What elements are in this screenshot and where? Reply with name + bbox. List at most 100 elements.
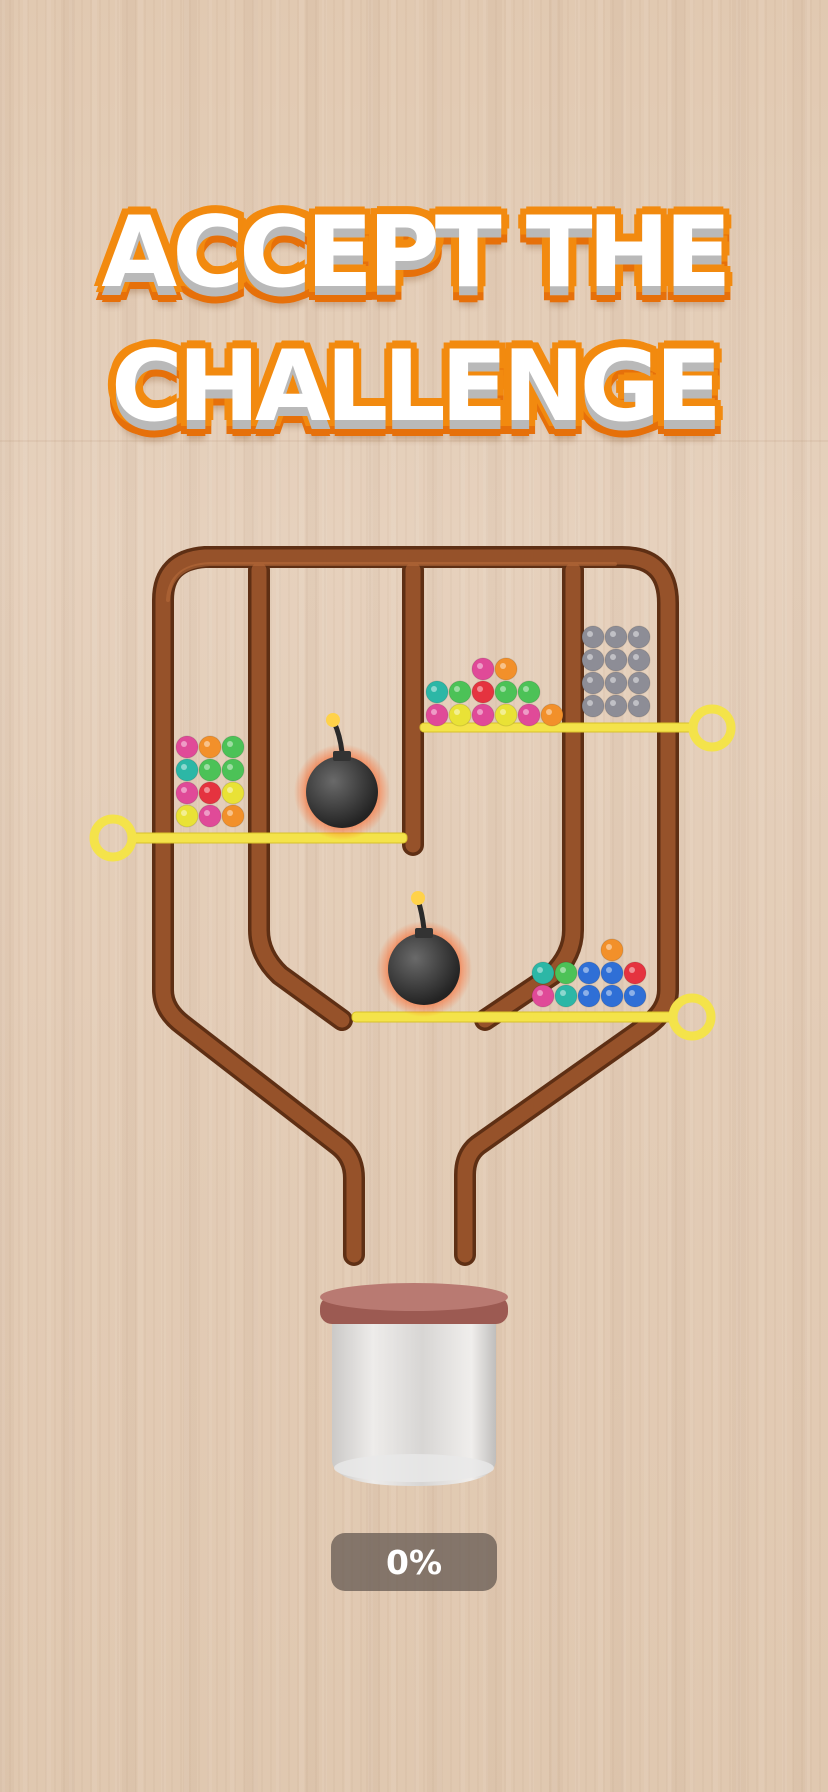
ball-highlight bbox=[227, 787, 233, 793]
ball-highlight bbox=[500, 686, 506, 692]
ball bbox=[623, 961, 647, 985]
ball-highlight bbox=[181, 787, 187, 793]
ball-highlight bbox=[204, 787, 210, 793]
ball-highlight bbox=[181, 764, 187, 770]
ball bbox=[221, 804, 245, 828]
ball-highlight bbox=[629, 967, 635, 973]
ball bbox=[581, 671, 605, 695]
ball-highlight bbox=[227, 764, 233, 770]
ball bbox=[221, 758, 245, 782]
ball bbox=[623, 984, 647, 1008]
ball bbox=[627, 694, 651, 718]
ball bbox=[627, 671, 651, 695]
pull-ring-icon[interactable] bbox=[688, 704, 736, 752]
ball bbox=[448, 680, 472, 704]
ball-cluster-middle bbox=[425, 657, 564, 727]
ball-highlight bbox=[431, 709, 437, 715]
ball-highlight bbox=[633, 654, 639, 660]
ball bbox=[448, 703, 472, 727]
progress-badge: 0% bbox=[331, 1533, 497, 1591]
ball bbox=[175, 758, 199, 782]
ball bbox=[425, 703, 449, 727]
ball bbox=[198, 758, 222, 782]
ball-highlight bbox=[181, 810, 187, 816]
ball bbox=[471, 657, 495, 681]
ball bbox=[175, 735, 199, 759]
ball-highlight bbox=[204, 810, 210, 816]
ball-highlight bbox=[523, 709, 529, 715]
ball-highlight bbox=[454, 709, 460, 715]
ball bbox=[600, 961, 624, 985]
ball-highlight bbox=[454, 686, 460, 692]
ball-highlight bbox=[583, 967, 589, 973]
ball bbox=[425, 680, 449, 704]
ball-highlight bbox=[587, 677, 593, 683]
ball-highlight bbox=[537, 967, 543, 973]
ball bbox=[540, 703, 564, 727]
ball bbox=[494, 657, 518, 681]
ball-highlight bbox=[227, 810, 233, 816]
ball-highlight bbox=[500, 709, 506, 715]
ball-highlight bbox=[633, 700, 639, 706]
ball-highlight bbox=[610, 700, 616, 706]
ball bbox=[198, 735, 222, 759]
ball-highlight bbox=[610, 654, 616, 660]
ball bbox=[581, 625, 605, 649]
ball bbox=[198, 804, 222, 828]
ball bbox=[471, 680, 495, 704]
ball-highlight bbox=[431, 686, 437, 692]
ball-highlight bbox=[181, 741, 187, 747]
ball bbox=[577, 984, 601, 1008]
ball bbox=[554, 961, 578, 985]
ball-highlight bbox=[546, 709, 552, 715]
ball-highlight bbox=[587, 654, 593, 660]
ball bbox=[517, 703, 541, 727]
ball bbox=[175, 804, 199, 828]
ball-highlight bbox=[560, 990, 566, 996]
pull-ring-icon[interactable] bbox=[668, 993, 716, 1041]
ball-highlight bbox=[523, 686, 529, 692]
ball bbox=[627, 625, 651, 649]
ball-highlight bbox=[633, 677, 639, 683]
ball-highlight bbox=[477, 663, 483, 669]
ball bbox=[494, 703, 518, 727]
ball bbox=[600, 938, 624, 962]
ball bbox=[494, 680, 518, 704]
ball bbox=[531, 961, 555, 985]
ball-highlight bbox=[227, 741, 233, 747]
ball bbox=[581, 694, 605, 718]
ball-highlight bbox=[560, 967, 566, 973]
bomb-icon bbox=[376, 891, 472, 1017]
ball-highlight bbox=[477, 686, 483, 692]
ball-highlight bbox=[587, 700, 593, 706]
ball-cluster-gray bbox=[581, 625, 651, 718]
puzzle-board bbox=[89, 546, 736, 1486]
ball-cluster-bottom bbox=[531, 938, 647, 1008]
ball bbox=[471, 703, 495, 727]
ball-highlight bbox=[583, 990, 589, 996]
ball bbox=[627, 648, 651, 672]
ball-cluster-left bbox=[175, 735, 245, 828]
ball-highlight bbox=[204, 741, 210, 747]
ball-highlight bbox=[610, 631, 616, 637]
ball-highlight bbox=[587, 631, 593, 637]
ball bbox=[554, 984, 578, 1008]
ball-highlight bbox=[204, 764, 210, 770]
pull-ring-icon[interactable] bbox=[89, 814, 137, 862]
ball-highlight bbox=[537, 990, 543, 996]
ball-highlight bbox=[610, 677, 616, 683]
ball-highlight bbox=[606, 967, 612, 973]
ball bbox=[221, 735, 245, 759]
ball-highlight bbox=[606, 990, 612, 996]
ball bbox=[517, 680, 541, 704]
ball bbox=[175, 781, 199, 805]
ball bbox=[198, 781, 222, 805]
ball-highlight bbox=[606, 944, 612, 950]
ball-highlight bbox=[500, 663, 506, 669]
ball bbox=[531, 984, 555, 1008]
ball bbox=[604, 694, 628, 718]
ball-highlight bbox=[629, 990, 635, 996]
bomb-icon bbox=[294, 713, 390, 840]
jar-icon bbox=[320, 1283, 508, 1486]
ball bbox=[604, 625, 628, 649]
